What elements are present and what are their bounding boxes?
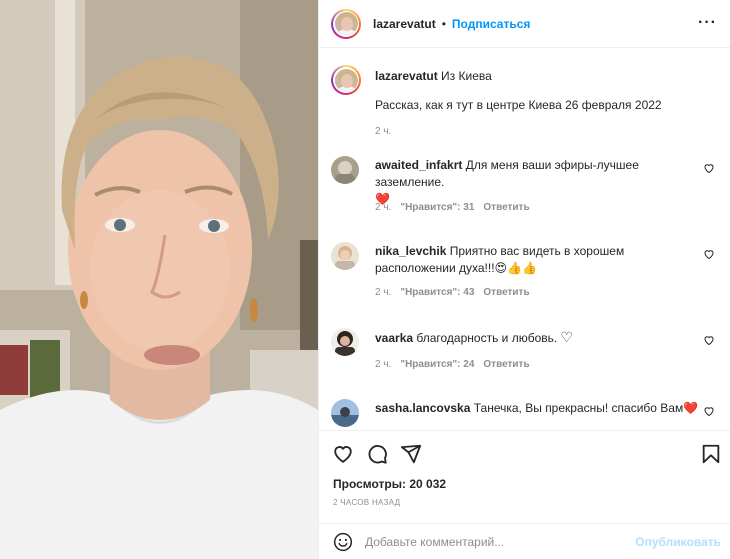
- commenter-avatar[interactable]: [331, 328, 359, 356]
- bookmark-icon[interactable]: [700, 443, 722, 465]
- views-count[interactable]: Просмотры: 20 032: [333, 477, 446, 491]
- comment-like-heart-icon[interactable]: [703, 248, 715, 260]
- comment-time[interactable]: 2 ч.: [375, 359, 391, 370]
- comment-meta: 2 ч. "Нравится": 43 Ответить: [375, 287, 530, 298]
- comment-emoji: ♡: [560, 329, 574, 345]
- share-icon[interactable]: [400, 443, 422, 465]
- commenter-username[interactable]: nika_levchik: [375, 244, 446, 258]
- reply-button[interactable]: Ответить: [483, 287, 529, 298]
- post-comment-button[interactable]: Опубликовать: [635, 535, 721, 549]
- commenter-username[interactable]: awaited_infakrt: [375, 158, 462, 172]
- add-comment-bar: Опубликовать: [319, 523, 730, 559]
- comment-body: Танечка, Вы прекрасны! спасибо Вам: [473, 401, 684, 415]
- reply-button[interactable]: Ответить: [483, 359, 529, 370]
- caption-time[interactable]: 2 ч.: [375, 126, 391, 137]
- commenter-username[interactable]: sasha.lancovska: [375, 401, 470, 415]
- author-avatar[interactable]: [331, 8, 361, 39]
- comment-emoji: 😍👍👍: [494, 261, 537, 275]
- author-username[interactable]: lazarevatut: [373, 17, 436, 31]
- comment-like-heart-icon[interactable]: [703, 334, 715, 346]
- commenter-username[interactable]: vaarka: [375, 331, 413, 345]
- comment-time[interactable]: 2 ч.: [375, 287, 391, 298]
- separator-dot: •: [441, 16, 446, 31]
- follow-button[interactable]: Подписаться: [452, 17, 530, 31]
- comment-text: sasha.lancovska Танечка, Вы прекрасны! с…: [375, 400, 705, 417]
- comment-icon[interactable]: [366, 443, 388, 465]
- comment-likes[interactable]: "Нравится": 24: [400, 359, 474, 370]
- comment-like-heart-icon[interactable]: [703, 162, 715, 174]
- comment-body: благодарность и любовь.: [416, 331, 558, 345]
- comment-text: awaited_infakrt Для меня ваши эфиры-лучш…: [375, 157, 705, 208]
- caption-body: Рассказ, как я тут в центре Киева 26 фев…: [375, 98, 662, 112]
- reply-button[interactable]: Ответить: [483, 202, 529, 213]
- comment-emoji: ❤️: [683, 401, 699, 415]
- video-frame-image: [0, 0, 318, 559]
- post-media-video[interactable]: [0, 0, 318, 559]
- commenter-avatar[interactable]: [331, 399, 359, 427]
- commenter-avatar[interactable]: [331, 156, 359, 184]
- comment-time[interactable]: 2 ч.: [375, 202, 391, 213]
- comments-scroll-area[interactable]: lazarevatut Из Киева Рассказ, как я тут …: [319, 49, 730, 429]
- emoji-icon[interactable]: [333, 532, 353, 552]
- comment-text: vaarka благодарность и любовь. ♡: [375, 329, 705, 347]
- caption-title: Из Киева: [441, 69, 492, 83]
- commenter-avatar[interactable]: [331, 242, 359, 270]
- comment-meta: 2 ч. "Нравится": 31 Ответить: [375, 202, 530, 213]
- caption-username[interactable]: lazarevatut: [375, 69, 438, 83]
- caption-title-line: lazarevatut Из Киева: [375, 68, 715, 84]
- post-actions-bar: [319, 430, 730, 474]
- comment-likes[interactable]: "Нравится": 43: [400, 287, 474, 298]
- post-details-panel: lazarevatut • Подписаться ··· lazarevatu…: [318, 0, 730, 559]
- comment-likes[interactable]: "Нравится": 31: [400, 202, 474, 213]
- comment-input[interactable]: [365, 533, 635, 551]
- comment-meta: 2 ч. "Нравится": 24 Ответить: [375, 359, 530, 370]
- comment-text: nika_levchik Приятно вас видеть в хороше…: [375, 243, 705, 277]
- post-timestamp[interactable]: 2 ЧАСОВ НАЗАД: [333, 498, 400, 507]
- more-options-icon[interactable]: ···: [698, 14, 717, 32]
- caption-avatar[interactable]: [331, 65, 361, 95]
- heart-icon[interactable]: [332, 443, 354, 465]
- post-header: lazarevatut • Подписаться ···: [319, 0, 730, 48]
- comment-like-heart-icon[interactable]: [703, 405, 715, 417]
